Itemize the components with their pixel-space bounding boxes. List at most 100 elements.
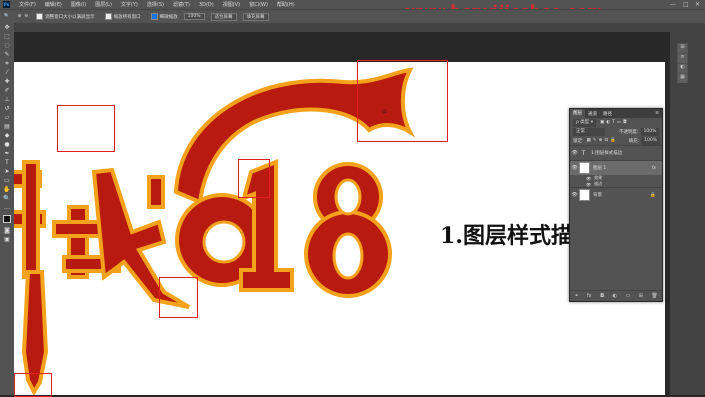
zoom-all-windows-checkbox[interactable]: 缩放所有窗口: [104, 13, 141, 20]
annotation-box-char-tail: [159, 277, 198, 318]
layers-panel-tabs: 图层 通道 路径 ≡: [570, 109, 662, 118]
visibility-eye-icon[interactable]: 👁: [570, 150, 579, 156]
lock-icons[interactable]: ▦✎⊕⊡🔒: [587, 138, 618, 143]
fill-label: 填充:: [628, 138, 640, 144]
zoom-tool-icon[interactable]: 🔍: [0, 194, 14, 203]
layer-name: 1.图层样式描边: [591, 151, 623, 156]
layer-row-layer1[interactable]: 👁 图层 1 fx: [570, 160, 662, 175]
type-tool-icon[interactable]: T: [0, 158, 14, 167]
eye-small-icon[interactable]: 👁: [586, 176, 591, 181]
tab-paths[interactable]: 路径: [600, 111, 615, 117]
menu-layer[interactable]: 图层(L): [95, 1, 112, 8]
shape-tool-icon[interactable]: ▭: [0, 176, 14, 185]
fx-menu-icon[interactable]: fx: [587, 293, 592, 299]
digit-8-hole-bottom: [332, 232, 364, 280]
more-tools-icon[interactable]: …: [0, 203, 14, 212]
adjustment-icon[interactable]: ◐: [613, 293, 617, 299]
text-layer-icon: T: [581, 149, 586, 157]
stamp-tool-icon[interactable]: ⊥: [0, 95, 14, 104]
dock-history-icon[interactable]: ⊞: [678, 44, 687, 53]
blend-row: 正常 不透明度: 100%: [570, 127, 662, 136]
path-select-tool-icon[interactable]: ➤: [0, 167, 14, 176]
layers-panel: 图层 通道 路径 ≡ ρ 类型 ▾ ▣◐T▭◘ 正常 不透明度: 100% 锁定…: [569, 108, 663, 302]
layer-row-background[interactable]: 👁 背景 🔒: [570, 187, 662, 202]
dodge-tool-icon[interactable]: ●: [0, 140, 14, 149]
brush-tool-icon[interactable]: ✐: [0, 86, 14, 95]
color-swatches-icon[interactable]: [0, 212, 14, 226]
crop-tool-icon[interactable]: ⌗: [0, 59, 14, 68]
new-layer-icon[interactable]: ⊞: [639, 293, 643, 299]
menu-3d[interactable]: 3D(D): [199, 2, 214, 8]
zoom-in-icon[interactable]: ⊕: [18, 14, 22, 19]
visibility-eye-icon[interactable]: 👁: [570, 165, 579, 171]
menu-select[interactable]: 选择(S): [147, 1, 164, 8]
mask-icon[interactable]: ◘: [600, 293, 604, 299]
minimize-icon[interactable]: —: [670, 1, 676, 8]
blur-tool-icon[interactable]: ◆: [0, 131, 14, 140]
filter-row: ρ 类型 ▾ ▣◐T▭◘: [570, 118, 662, 127]
menu-type[interactable]: 文字(Y): [121, 1, 138, 8]
quick-mask-icon[interactable]: ◙: [0, 226, 14, 235]
lock-row: 锁定: ▦✎⊕⊡🔒 填充: 100%: [570, 136, 662, 145]
fit-screen-button[interactable]: 适合屏幕: [210, 12, 237, 21]
tab-layers[interactable]: 图层: [570, 109, 585, 118]
lasso-tool-icon[interactable]: ◌: [0, 41, 14, 50]
tools-panel: ✥ ⬚ ◌ ✎ ⌗ ⁄ ✚ ✐ ⊥ ↺ ▱ ▤ ◆ ● ✒ T ➤ ▭ ✋ 🔍 …: [0, 23, 14, 395]
fill-screen-button[interactable]: 填充屏幕: [242, 12, 269, 21]
trash-icon[interactable]: 🗑: [651, 293, 657, 299]
panel-menu-icon[interactable]: ≡: [655, 111, 659, 116]
maximize-icon[interactable]: □: [683, 1, 689, 8]
group-icon[interactable]: ▭: [625, 293, 630, 299]
panel-dock: ⊞ ≡ ◐ ▦: [677, 43, 688, 83]
eye-small-icon[interactable]: 👁: [586, 182, 591, 187]
kind-filter-select[interactable]: ρ 类型 ▾: [573, 118, 596, 127]
opacity-field[interactable]: 100%: [640, 127, 660, 136]
close-icon[interactable]: ✕: [695, 1, 700, 8]
tab-channels[interactable]: 通道: [585, 111, 600, 117]
dock-adjust-icon[interactable]: ◐: [678, 64, 687, 73]
eraser-tool-icon[interactable]: ▱: [0, 113, 14, 122]
fx-icon[interactable]: fx: [652, 166, 656, 171]
dock-libraries-icon[interactable]: ▦: [678, 74, 687, 83]
menu-help[interactable]: 帮助(H): [277, 1, 295, 8]
zoom-out-icon[interactable]: ⊖: [24, 14, 28, 19]
quick-select-tool-icon[interactable]: ✎: [0, 50, 14, 59]
digit-8-hole-top: [334, 178, 362, 216]
move-tool-icon[interactable]: ✥: [0, 23, 14, 32]
history-brush-icon[interactable]: ↺: [0, 104, 14, 113]
hand-tool-icon[interactable]: ✋: [0, 185, 14, 194]
zoom-100-button[interactable]: 100%: [183, 13, 205, 20]
layer-row-text[interactable]: 👁 T 1.图层样式描边: [570, 145, 662, 160]
healing-tool-icon[interactable]: ✚: [0, 77, 14, 86]
zoom-tool-icon[interactable]: 🔍: [4, 14, 10, 19]
resize-windows-checkbox[interactable]: 调整窗口大小以满屏显示: [36, 13, 95, 20]
annotation-box-char-top: [57, 105, 115, 152]
eyedropper-tool-icon[interactable]: ⁄: [0, 68, 14, 77]
blend-mode-select[interactable]: 正常: [573, 127, 605, 136]
marquee-tool-icon[interactable]: ⬚: [0, 32, 14, 41]
menu-image[interactable]: 图像(I): [71, 1, 86, 8]
lock-label: 锁定:: [573, 138, 584, 144]
menu-file[interactable]: 文件(F): [19, 1, 36, 8]
visibility-eye-icon[interactable]: 👁: [570, 192, 579, 198]
photoshop-logo-icon: Ps: [3, 1, 10, 8]
layer-name: 背景: [593, 193, 602, 198]
filter-icons[interactable]: ▣◐T▭◘: [600, 120, 629, 125]
char-left: [14, 160, 49, 395]
layer-thumbnail: [579, 189, 590, 201]
dock-properties-icon[interactable]: ≡: [678, 54, 687, 63]
annotation-box-digit-1: [238, 159, 270, 198]
menu-window[interactable]: 窗口(W): [249, 1, 268, 8]
layer-thumbnail: [579, 162, 590, 174]
pen-tool-icon[interactable]: ✒: [0, 149, 14, 158]
screen-mode-icon[interactable]: ▣: [0, 235, 14, 244]
menu-filter[interactable]: 滤镜(T): [173, 1, 190, 8]
fill-field[interactable]: 100%: [641, 136, 660, 145]
gradient-tool-icon[interactable]: ▤: [0, 122, 14, 131]
menu-view[interactable]: 视图(V): [223, 1, 240, 8]
lock-icon: 🔒: [650, 192, 656, 198]
menu-edit[interactable]: 编辑(E): [45, 1, 62, 8]
scrubby-zoom-checkbox[interactable]: 细微缩放: [150, 13, 178, 20]
layer-name: 图层 1: [593, 166, 607, 171]
link-icon[interactable]: ⚭: [574, 293, 578, 299]
